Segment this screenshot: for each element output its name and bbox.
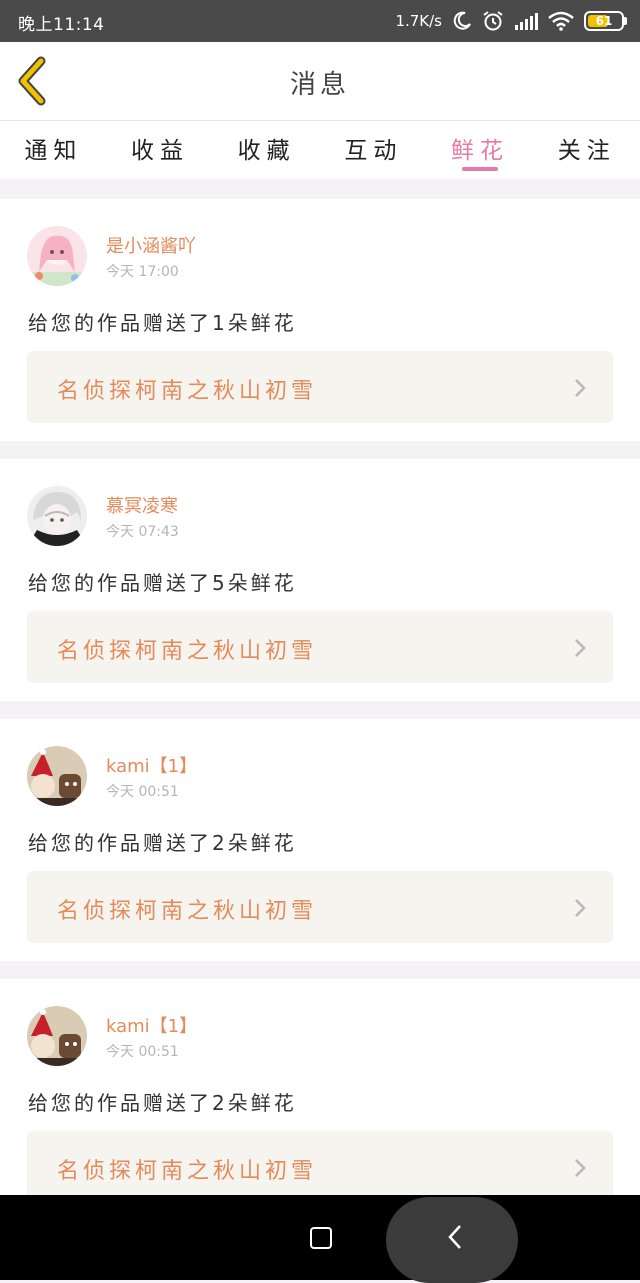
notification-message: 给您的作品赠送了5朵鲜花 <box>28 571 297 595</box>
tab-following[interactable]: 关注 <box>533 121 640 179</box>
chevron-right-icon <box>575 639 586 657</box>
status-icons: 1.7K/s 61 <box>395 9 627 33</box>
notification-card: kami【1】 今天 00:51 给您的作品赠送了2朵鲜花 名侦探柯南之秋山初雪 <box>0 979 640 1221</box>
notification-message: 给您的作品赠送了1朵鲜花 <box>28 311 297 335</box>
notification-message: 给您的作品赠送了2朵鲜花 <box>28 831 297 855</box>
battery-icon: 61 <box>584 11 627 31</box>
status-time: 晚上11:14 <box>18 15 105 35</box>
notification-message: 给您的作品赠送了2朵鲜花 <box>28 1091 297 1115</box>
work-link[interactable]: 名侦探柯南之秋山初雪 <box>27 351 613 423</box>
tab-interactions[interactable]: 互动 <box>320 121 427 179</box>
username[interactable]: 是小涵酱吖 <box>106 232 196 258</box>
alarm-icon <box>483 11 503 31</box>
work-title: 名侦探柯南之秋山初雪 <box>57 379 318 404</box>
notification-card: kami【1】 今天 00:51 给您的作品赠送了2朵鲜花 名侦探柯南之秋山初雪 <box>0 719 640 961</box>
work-title: 名侦探柯南之秋山初雪 <box>57 639 318 664</box>
system-nav-bar <box>0 1195 640 1283</box>
tab-favorites[interactable]: 收藏 <box>213 121 320 179</box>
work-link[interactable]: 名侦探柯南之秋山初雪 <box>27 1131 613 1203</box>
avatar[interactable] <box>27 486 87 546</box>
timestamp: 今天 00:51 <box>106 784 179 800</box>
notification-card: 是小涵酱吖 今天 17:00 给您的作品赠送了1朵鲜花 名侦探柯南之秋山初雪 <box>0 199 640 441</box>
chevron-right-icon <box>575 379 586 397</box>
timestamp: 今天 07:43 <box>106 524 179 540</box>
work-link[interactable]: 名侦探柯南之秋山初雪 <box>27 871 613 943</box>
timestamp: 今天 00:51 <box>106 1044 179 1060</box>
status-bar: 晚上11:14 1.7K/s 61 <box>0 0 640 42</box>
username[interactable]: kami【1】 <box>106 1012 197 1038</box>
page-title: 消息 <box>289 70 350 100</box>
home-button[interactable] <box>310 1227 332 1249</box>
avatar[interactable] <box>27 1006 87 1066</box>
moon-icon <box>453 11 471 30</box>
nav-back-icon[interactable] <box>446 1223 464 1251</box>
tab-earnings[interactable]: 收益 <box>107 121 214 179</box>
tab-notifications[interactable]: 通知 <box>0 121 107 179</box>
chevron-right-icon <box>575 899 586 917</box>
chevron-right-icon <box>575 1159 586 1177</box>
notification-list: 是小涵酱吖 今天 17:00 给您的作品赠送了1朵鲜花 名侦探柯南之秋山初雪 慕… <box>0 199 640 1239</box>
avatar[interactable] <box>27 746 87 806</box>
signal-icon <box>515 13 538 30</box>
work-link[interactable]: 名侦探柯南之秋山初雪 <box>27 611 613 683</box>
username[interactable]: kami【1】 <box>106 752 197 778</box>
battery-level: 61 <box>595 14 613 28</box>
tab-flowers[interactable]: 鲜花 <box>427 121 534 179</box>
tab-bar: 通知 收益 收藏 互动 鲜花 关注 <box>0 121 640 179</box>
username[interactable]: 慕冥凌寒 <box>106 492 178 518</box>
work-title: 名侦探柯南之秋山初雪 <box>57 1159 318 1184</box>
notification-card: 慕冥凌寒 今天 07:43 给您的作品赠送了5朵鲜花 名侦探柯南之秋山初雪 <box>0 459 640 701</box>
net-speed: 1.7K/s <box>395 12 442 30</box>
wifi-icon <box>548 11 574 31</box>
timestamp: 今天 17:00 <box>106 264 179 280</box>
work-title: 名侦探柯南之秋山初雪 <box>57 899 318 924</box>
avatar[interactable] <box>27 226 87 286</box>
app-header: 消息 <box>0 42 640 121</box>
